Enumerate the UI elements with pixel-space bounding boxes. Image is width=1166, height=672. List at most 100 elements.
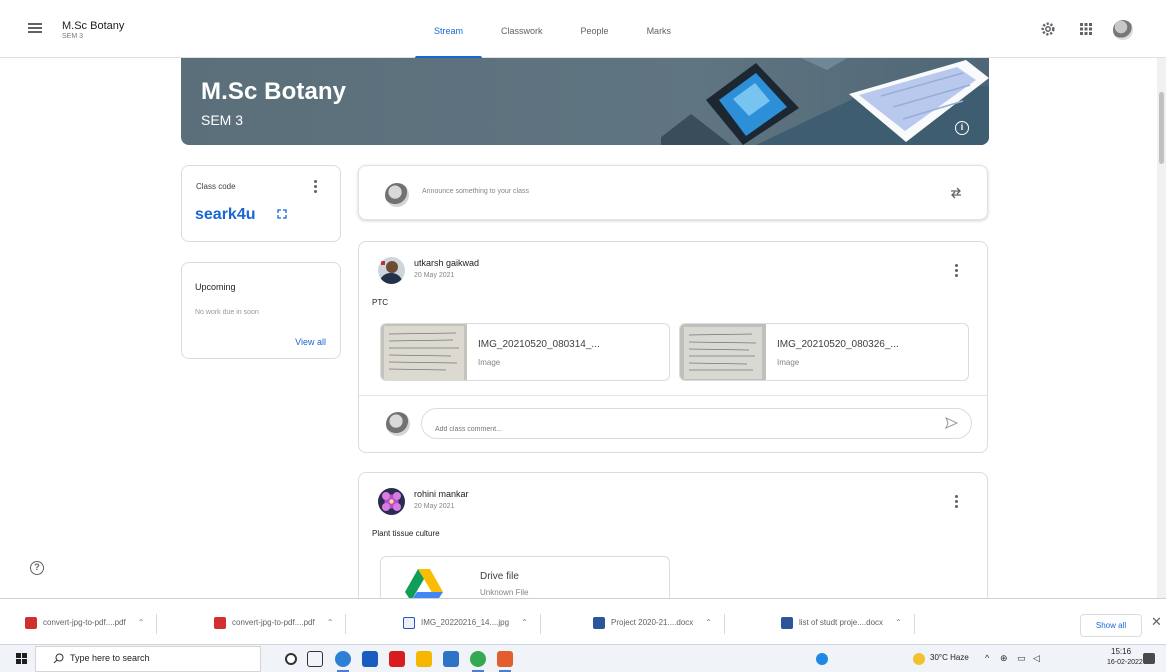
- attachment-name: IMG_20210520_080326_...: [777, 339, 899, 350]
- download-item[interactable]: IMG_20220216_14....jpg ⌃: [403, 614, 541, 634]
- store-icon[interactable]: [443, 651, 459, 667]
- upcoming-title: Upcoming: [195, 282, 236, 292]
- battery-icon[interactable]: ▭: [1017, 653, 1026, 664]
- chevron-up-icon[interactable]: ⌃: [138, 618, 145, 627]
- download-name: convert-jpg-to-pdf....pdf: [43, 618, 126, 628]
- download-item[interactable]: list of studt proje....docx ⌃: [781, 614, 915, 634]
- avatar[interactable]: [378, 257, 405, 284]
- task-view-icon[interactable]: [307, 651, 323, 667]
- announce-placeholder[interactable]: Announce something to your class: [422, 188, 529, 195]
- weather-text[interactable]: 30°C Haze: [930, 653, 969, 662]
- attachment-type: Unknown File: [480, 588, 529, 597]
- clock-date[interactable]: 16-02-2022: [1107, 659, 1143, 666]
- class-code-value: seark4u: [195, 206, 256, 223]
- chrome-icon[interactable]: [470, 651, 486, 672]
- class-code-card: Class code seark4u: [181, 165, 341, 242]
- attachment-image[interactable]: IMG_20210520_080314_... Image: [380, 323, 670, 381]
- weather-icon[interactable]: [913, 653, 925, 665]
- class-code-more-icon[interactable]: [312, 180, 318, 194]
- class-title[interactable]: M.Sc Botany: [62, 20, 124, 32]
- downloads-bar: convert-jpg-to-pdf....pdf ⌃ convert-jpg-t…: [0, 598, 1166, 644]
- teams-tray-icon[interactable]: [816, 653, 828, 665]
- attachment-name: Drive file: [480, 571, 519, 582]
- download-item[interactable]: convert-jpg-to-pdf....pdf ⌃: [214, 614, 347, 634]
- search-icon: [53, 653, 64, 664]
- fullscreen-icon[interactable]: [277, 209, 287, 219]
- download-item[interactable]: convert-jpg-to-pdf....pdf ⌃: [25, 614, 158, 634]
- windows-start-icon[interactable]: [16, 653, 27, 664]
- repost-icon[interactable]: [949, 186, 963, 200]
- powerpoint-icon[interactable]: [497, 651, 513, 672]
- view-all-link[interactable]: View all: [295, 337, 326, 347]
- tab-people[interactable]: People: [562, 0, 628, 58]
- chevron-up-icon[interactable]: ⌃: [521, 618, 528, 627]
- class-comment-input[interactable]: [421, 408, 972, 439]
- download-name: Project 2020-21....docx: [611, 618, 694, 628]
- avatar[interactable]: [378, 488, 405, 515]
- avatar: [386, 412, 410, 436]
- download-name: list of studt proje....docx: [799, 618, 884, 628]
- tab-classwork[interactable]: Classwork: [482, 0, 562, 58]
- dropbox-icon[interactable]: [362, 651, 378, 667]
- classroom-window: M.Sc Botany SEM 3 Stream Classwork Peopl…: [0, 0, 1166, 672]
- post-author: utkarsh gaikwad: [414, 258, 480, 268]
- download-item[interactable]: Project 2020-21....docx ⌃: [593, 614, 725, 634]
- tab-marks[interactable]: Marks: [628, 0, 691, 58]
- class-code-label: Class code: [196, 182, 236, 191]
- send-icon[interactable]: [945, 417, 958, 429]
- taskbar-search-placeholder: Type here to search: [70, 653, 150, 663]
- attachment-thumbnail: [381, 324, 467, 380]
- chevron-up-icon[interactable]: ⌃: [327, 618, 334, 627]
- volume-icon[interactable]: ◁: [1033, 653, 1040, 664]
- attachment-name: IMG_20210520_080314_...: [478, 339, 600, 350]
- top-app-bar: M.Sc Botany SEM 3 Stream Classwork Peopl…: [0, 0, 1166, 59]
- chevron-up-icon[interactable]: ⌃: [705, 618, 712, 627]
- more-options-icon[interactable]: [953, 495, 959, 509]
- word-icon: [781, 616, 793, 629]
- info-icon[interactable]: i: [955, 121, 969, 135]
- attachment-drive-file[interactable]: Drive file Unknown File: [380, 556, 670, 601]
- cortana-icon[interactable]: [285, 653, 297, 665]
- upcoming-message: No work due in soon: [195, 309, 259, 316]
- tab-stream[interactable]: Stream: [415, 0, 483, 59]
- avatar: [385, 183, 409, 207]
- pdf-icon: [214, 616, 226, 629]
- post-text: PTC: [372, 298, 388, 307]
- apps-icon[interactable]: [1078, 21, 1094, 37]
- banner-title: M.Sc Botany: [201, 78, 347, 105]
- pdf-icon: [25, 616, 37, 629]
- post-text: Plant tissue culture: [372, 529, 440, 538]
- menu-icon[interactable]: [28, 23, 42, 33]
- help-icon[interactable]: ?: [30, 561, 44, 575]
- close-icon[interactable]: ✕: [1151, 614, 1162, 630]
- post-date: 20 May 2021: [414, 503, 455, 510]
- file-explorer-icon[interactable]: [416, 651, 432, 667]
- post-date: 20 May 2021: [414, 272, 455, 279]
- clock-time[interactable]: 15:16: [1111, 647, 1131, 656]
- chevron-up-icon[interactable]: ⌃: [895, 618, 902, 627]
- announce-box[interactable]: Announce something to your class: [358, 165, 988, 220]
- image-icon: [403, 616, 415, 629]
- attachment-type: Image: [777, 358, 800, 367]
- laptop-illustration: [661, 58, 989, 145]
- comment-divider: [359, 395, 987, 396]
- media-player-icon[interactable]: [389, 651, 405, 667]
- class-banner: M.Sc Botany SEM 3 i: [181, 58, 989, 145]
- scrollbar-thumb[interactable]: [1159, 92, 1164, 164]
- notification-icon[interactable]: [1143, 653, 1155, 664]
- avatar[interactable]: [1113, 20, 1133, 40]
- download-name: convert-jpg-to-pdf....pdf: [232, 618, 315, 628]
- chevron-up-icon[interactable]: ^: [985, 653, 989, 663]
- windows-taskbar: Type here to search 30°C Haze ^ ⊕ ▭ ◁ 15…: [0, 644, 1166, 672]
- post-author: rohini mankar: [414, 489, 469, 499]
- stream-post: rohini mankar 20 May 2021 Plant tissue c…: [358, 472, 988, 601]
- edge-icon[interactable]: [335, 651, 351, 672]
- show-all-button[interactable]: Show all: [1080, 614, 1142, 637]
- word-icon: [593, 616, 605, 629]
- more-options-icon[interactable]: [953, 264, 959, 278]
- google-drive-icon: [405, 569, 443, 601]
- network-icon[interactable]: ⊕: [1000, 653, 1008, 664]
- gear-icon[interactable]: [1040, 21, 1056, 37]
- download-name: IMG_20220216_14....jpg: [421, 618, 510, 628]
- attachment-image[interactable]: IMG_20210520_080326_... Image: [679, 323, 969, 381]
